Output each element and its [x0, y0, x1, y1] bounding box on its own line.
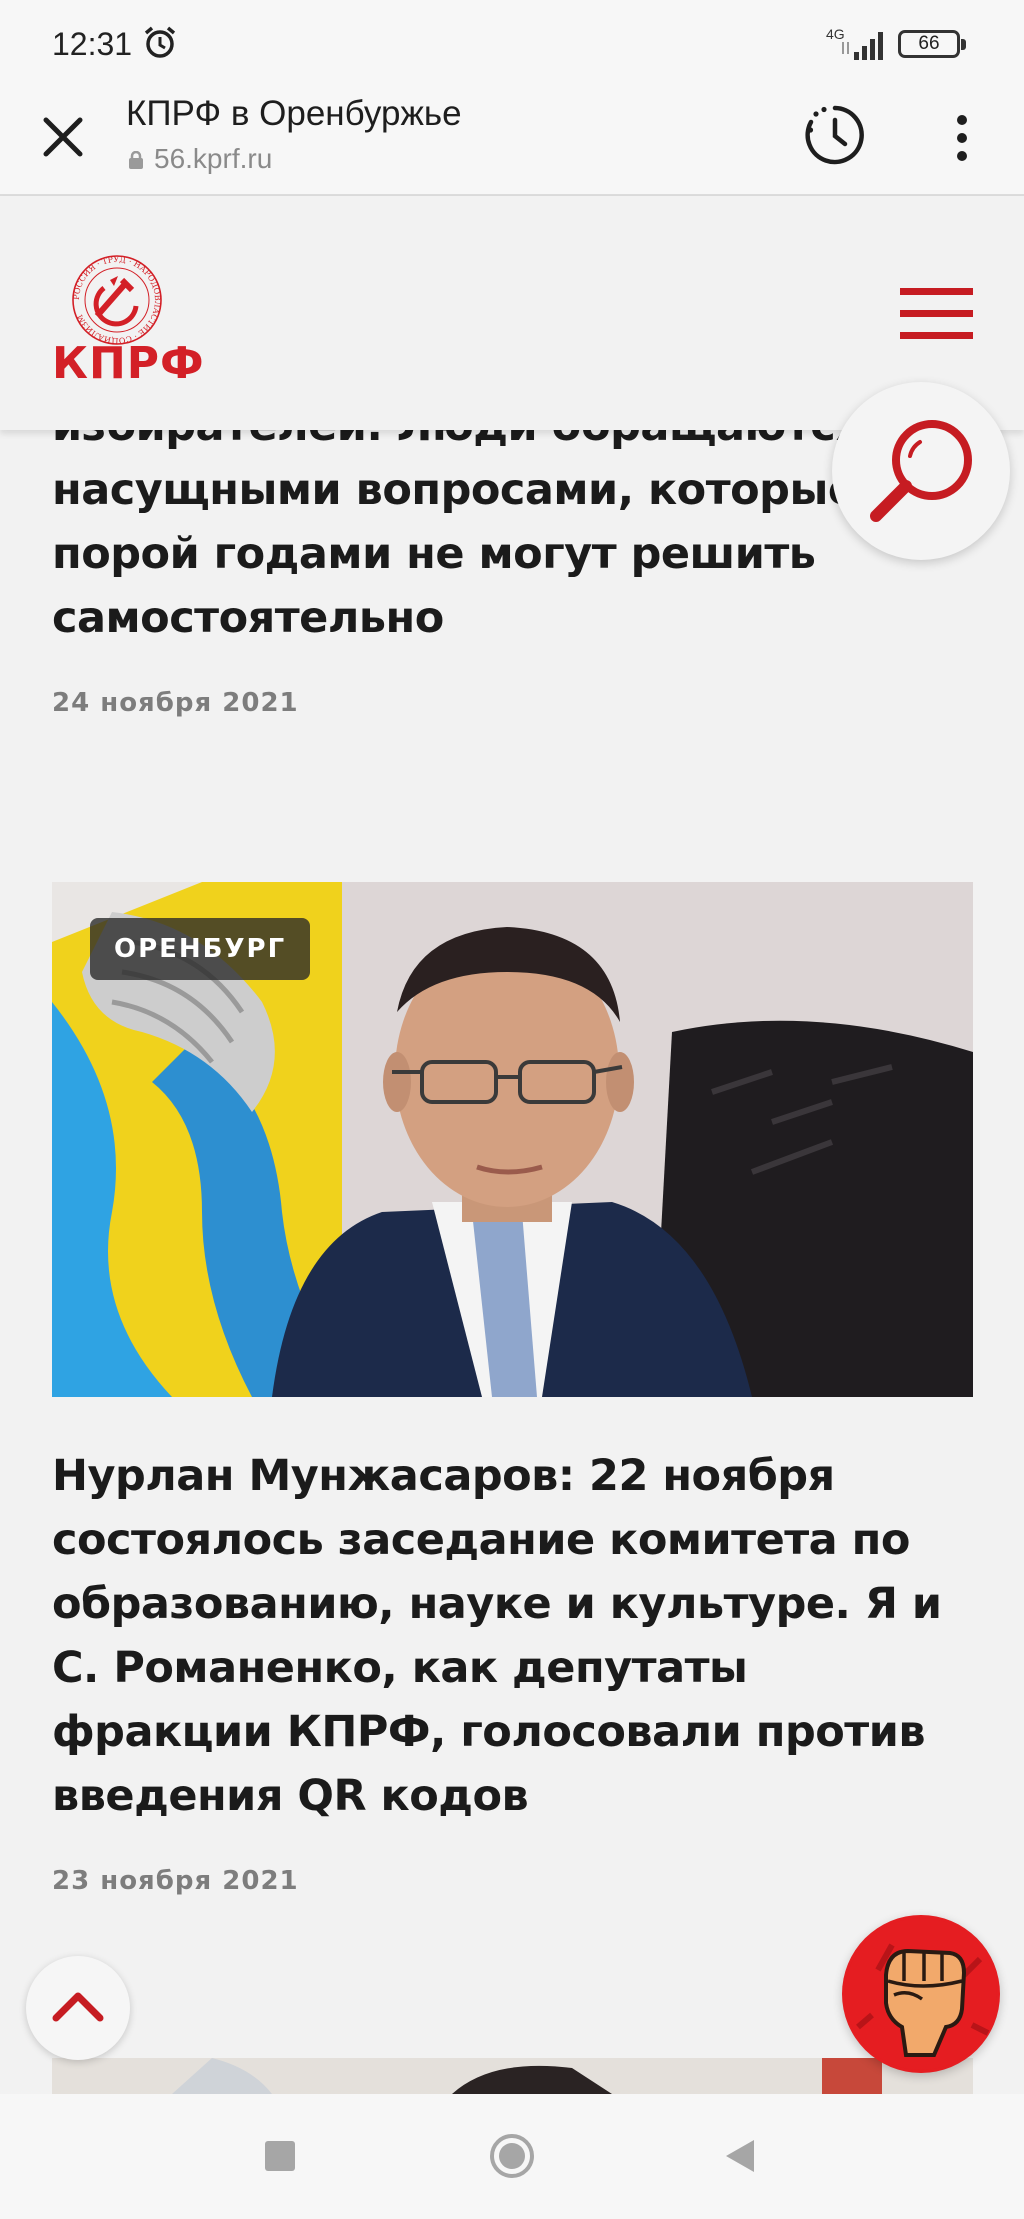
status-time: 12:31	[52, 26, 133, 62]
hamburger-line	[900, 310, 973, 317]
status-bar: 12:31 4G 66	[0, 0, 1024, 80]
article-photo	[52, 2058, 973, 2094]
fist-icon	[845, 1918, 997, 2070]
back-icon[interactable]	[716, 2132, 764, 2180]
article-image[interactable]	[52, 2058, 973, 2094]
category-tag[interactable]: ОРЕНБУРГ	[90, 918, 311, 980]
article-date: 23 ноября 2021	[52, 1866, 299, 1896]
hamburger-icon[interactable]	[900, 288, 973, 340]
article-title[interactable]: избирателей. Люди обращаются с насущными…	[52, 394, 932, 650]
alarm-icon	[144, 26, 176, 58]
browser-toolbar: КПРФ в Оренбуржье 56.kprf.ru	[0, 80, 1024, 196]
kprf-logo-text[interactable]: КПРФ	[52, 338, 205, 389]
hamburger-line	[900, 332, 973, 339]
system-navigation-bar	[0, 2094, 1024, 2219]
fist-action-button[interactable]	[842, 1915, 1000, 2073]
url-text: 56.kprf.ru	[154, 143, 273, 174]
chevron-up-icon	[52, 1992, 104, 2022]
url-display[interactable]: 56.kprf.ru	[128, 143, 272, 175]
more-vert-icon[interactable]	[944, 110, 980, 166]
battery-indicator: 66	[898, 30, 966, 58]
home-icon[interactable]	[488, 2132, 536, 2180]
recents-icon[interactable]	[256, 2132, 304, 2180]
history-icon[interactable]	[802, 102, 868, 168]
lock-icon	[129, 151, 143, 169]
page-title: КПРФ в Оренбуржье	[126, 94, 462, 133]
signal-icon	[842, 32, 883, 60]
search-button[interactable]	[832, 382, 1010, 560]
search-icon	[870, 420, 972, 522]
hamburger-line	[900, 288, 973, 295]
article-title[interactable]: Нурлан Мунжасаров: 22 ноября состоялось …	[52, 1444, 973, 1828]
article-date: 24 ноября 2021	[52, 688, 299, 718]
close-icon[interactable]	[38, 112, 88, 162]
scroll-to-top-button[interactable]	[26, 1956, 130, 2060]
